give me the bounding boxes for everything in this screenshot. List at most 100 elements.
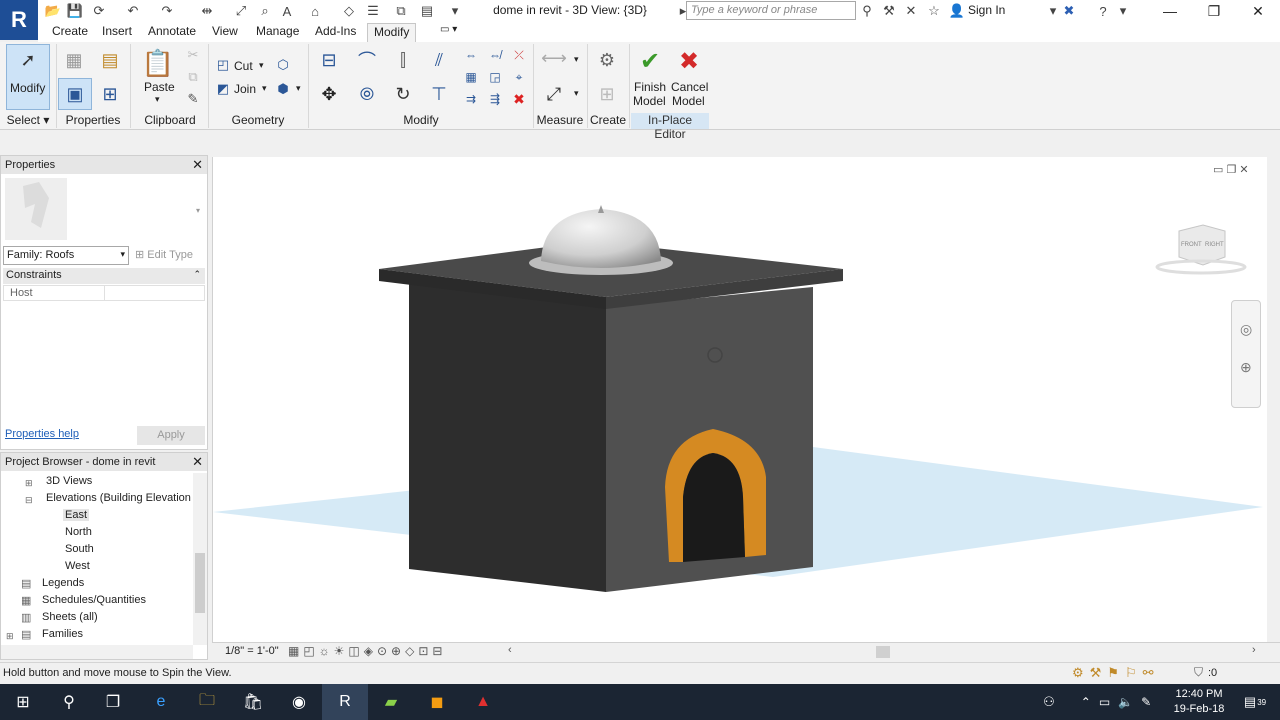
join-label[interactable]: Join [234, 82, 256, 96]
tree-item-sheets[interactable]: Sheets (all) [42, 611, 98, 623]
navigation-bar[interactable]: ◎ ⊕ [1231, 300, 1261, 408]
undo-icon[interactable]: ↶ [124, 2, 142, 20]
mirror-draw-axis-icon[interactable]: ⫽ [424, 46, 454, 74]
browser-scroll-thumb[interactable] [195, 553, 205, 613]
save-icon[interactable]: 💾 [66, 2, 84, 20]
copy-icon[interactable]: ⧉ [184, 68, 202, 86]
recorder-app-icon[interactable]: ◼ [414, 684, 460, 720]
3d-view-canvas[interactable]: FRONT RIGHT ▭ ❐ ✕ ◎ ⊕ [212, 157, 1280, 642]
join-dropdown-icon[interactable]: ▾ [262, 83, 267, 94]
cut-label[interactable]: Cut [234, 59, 253, 73]
project-browser-close-icon[interactable]: ✕ [192, 454, 203, 470]
create-group-icon[interactable]: ⚙ [592, 46, 622, 74]
expand-families-icon[interactable]: ⊞ [6, 631, 14, 642]
minimize-icon[interactable]: — [1148, 0, 1192, 22]
collapse-elevations-icon[interactable]: ⊟ [25, 495, 33, 506]
tab-manage[interactable]: Manage [256, 24, 299, 38]
trim-extend-icon[interactable]: ⊤ [424, 80, 454, 108]
tree-item-north[interactable]: North [65, 526, 92, 538]
tree-item-east[interactable]: East [63, 509, 90, 521]
view-scale[interactable]: 1/8" = 1'-0" [225, 645, 279, 657]
ribbon-minimize-icon[interactable]: ▭ ▾ [440, 24, 457, 35]
chrome-icon[interactable]: ◉ [276, 684, 322, 720]
system-tray-icons[interactable]: ⌃▭🔈✎ [1060, 684, 1180, 720]
search-input[interactable]: Type a keyword or phrase [686, 1, 856, 20]
paste-icon[interactable]: 📋 [142, 46, 174, 80]
restore-icon[interactable]: ❐ [1192, 0, 1236, 22]
scroll-left-icon[interactable]: ‹ [508, 644, 512, 656]
help-dropdown-icon[interactable]: ▾ [1114, 2, 1132, 20]
exchange-apps-icon[interactable]: ✖ [1060, 2, 1078, 20]
switch-windows-icon[interactable]: ▤ [418, 2, 436, 20]
tab-insert[interactable]: Insert [102, 24, 132, 38]
apply-button[interactable]: Apply [137, 426, 205, 445]
edge-browser-icon[interactable]: e [138, 684, 184, 720]
tree-item-west[interactable]: West [65, 560, 90, 572]
filter-icon[interactable]: ⛉ [1194, 665, 1203, 680]
properties-close-icon[interactable]: ✕ [192, 157, 203, 173]
sign-in-link[interactable]: Sign In [968, 3, 1005, 17]
tab-view[interactable]: View [212, 24, 238, 38]
trim-multiple-icon[interactable]: ⇉ [462, 90, 480, 108]
paste-dropdown-icon[interactable]: ▾ [155, 94, 160, 105]
split-element-icon[interactable]: ⇔ [462, 46, 480, 64]
close-hidden-windows-icon[interactable]: ⧉ [392, 2, 410, 20]
properties-help-link[interactable]: Properties help [5, 428, 79, 440]
delete-icon[interactable]: ✖ [510, 90, 528, 108]
default-3d-view-icon[interactable]: ⌂ [306, 2, 324, 20]
tree-item-legends[interactable]: Legends [42, 577, 84, 589]
type-selector-icon[interactable]: ⊞ [96, 80, 124, 108]
measure-dropdown-icon[interactable]: ▾ [574, 54, 579, 65]
tree-item-south[interactable]: South [65, 543, 94, 555]
copy-element-icon[interactable]: ⦾ [352, 80, 382, 108]
dimension-qat-icon[interactable]: ⤢ [232, 2, 250, 20]
zoom-icon[interactable]: ⊕ [1240, 359, 1252, 376]
communication-icon[interactable]: ✕ [902, 2, 920, 20]
properties-toggle-icon[interactable]: ▣ [58, 78, 92, 110]
move-icon[interactable]: ✥ [314, 80, 344, 108]
open-icon[interactable]: 📂 [44, 2, 62, 20]
scale-icon[interactable]: ◲ [486, 68, 504, 86]
binoculars-icon[interactable]: ⚲ [858, 2, 876, 20]
align-icon[interactable]: ⊟ [314, 46, 344, 74]
qat-dropdown-icon[interactable]: ▾ [446, 2, 464, 20]
paint-icon[interactable]: ⬢ [274, 80, 292, 98]
taskbar-clock[interactable]: 12:40 PM 19-Feb-18 [1170, 687, 1228, 717]
copy-clipboard-icon[interactable]: ✂ [184, 46, 202, 64]
measure-icon[interactable]: ⟷ [538, 48, 570, 68]
tree-item-3d-views[interactable]: 3D Views [46, 475, 92, 487]
favorites-icon[interactable]: ☆ [925, 2, 943, 20]
file-explorer-icon[interactable]: 🗀 [184, 684, 230, 720]
family-selector[interactable]: Family: Roofs ▾ [3, 246, 129, 265]
tab-annotate[interactable]: Annotate [148, 24, 196, 38]
view-window-controls[interactable]: ▭ ❐ ✕ [1213, 163, 1249, 176]
close-icon[interactable]: ✕ [1236, 0, 1280, 22]
tree-item-elevations[interactable]: Elevations (Building Elevation [46, 492, 191, 504]
wall-joins-icon[interactable]: ⬡ [274, 56, 292, 74]
family-types-icon[interactable]: ▤ [96, 46, 124, 74]
create-similar-icon[interactable]: ⊞ [592, 80, 622, 108]
viewcube-front-label[interactable]: FRONT [1181, 242, 1202, 248]
tag-qat-icon[interactable]: ⌕ [256, 2, 274, 20]
trim-single-icon[interactable]: ⇶ [486, 90, 504, 108]
notes-app-icon[interactable]: ▰ [368, 684, 414, 720]
sync-icon[interactable]: ⟳ [90, 2, 108, 20]
redo-icon[interactable]: ↷ [158, 2, 176, 20]
modify-button[interactable]: ➚ Modify [6, 44, 50, 110]
tab-add-ins[interactable]: Add-Ins [315, 24, 356, 38]
search-taskbar-icon[interactable]: ⚲ [46, 684, 92, 720]
mirror-pick-axis-icon[interactable]: ⫿ [388, 46, 418, 74]
browser-horizontal-scrollbar[interactable] [1, 645, 193, 659]
store-icon[interactable]: 🛍 [230, 684, 276, 720]
cut-dropdown-icon[interactable]: ▾ [259, 60, 264, 71]
measure-qat-icon[interactable]: ⇹ [198, 2, 216, 20]
subscription-icon[interactable]: ⚒ [880, 2, 898, 20]
split-gap-icon[interactable]: ⇎ [486, 46, 504, 64]
view-horizontal-scroll-thumb[interactable] [876, 646, 890, 658]
tree-item-schedules[interactable]: Schedules/Quantities [42, 594, 146, 606]
steering-wheel-icon[interactable]: ◎ [1240, 321, 1252, 338]
view-vertical-scrollbar[interactable] [1267, 157, 1280, 642]
cancel-model-button[interactable]: ✖ Cancel Model [670, 44, 708, 110]
constraints-group-header[interactable]: Constraints ⌃ [3, 268, 205, 284]
scroll-right-icon[interactable]: › [1252, 644, 1256, 656]
